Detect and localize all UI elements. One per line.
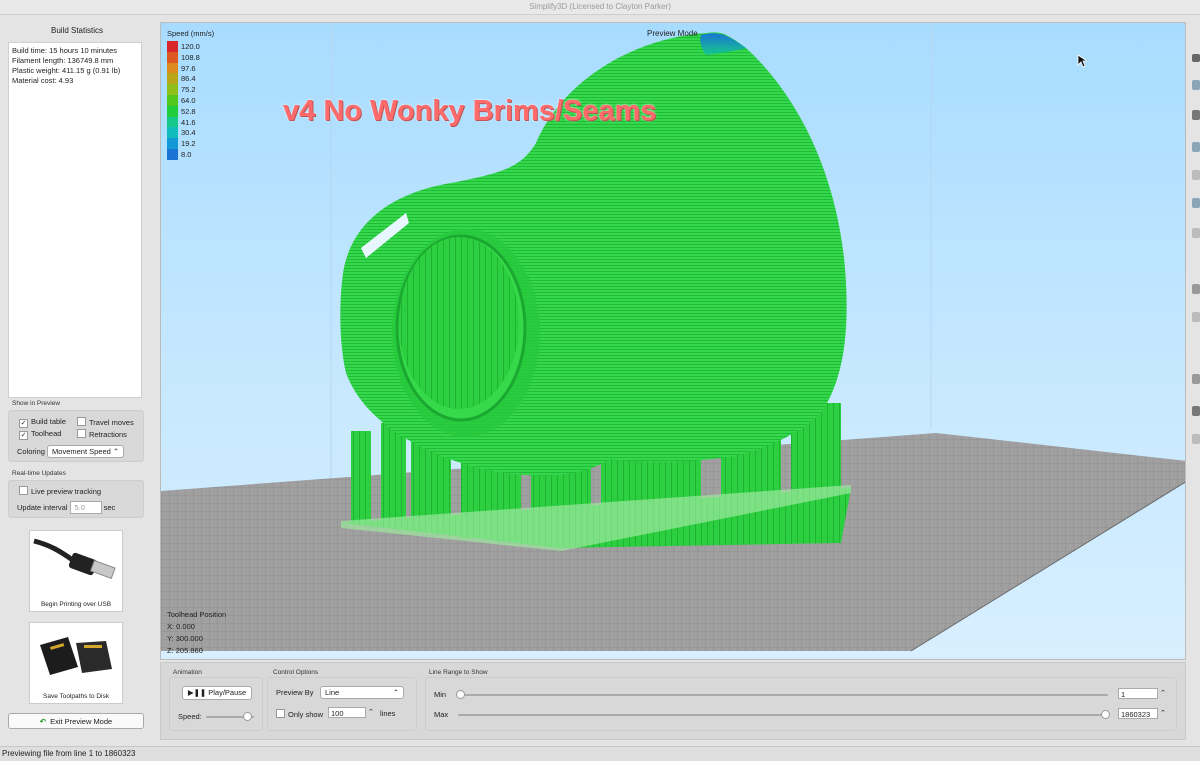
build-time: Build time: 15 hours 10 minutes [12,46,118,55]
max-input[interactable]: 1860323 [1118,708,1158,719]
min-input[interactable]: 1 [1118,688,1158,699]
coloring-row: Coloring Movement Speed ⌃ [17,445,125,458]
toolbar-icon[interactable] [1192,142,1200,152]
only-show-checkbox[interactable]: Only show [276,709,323,719]
legend-swatch [167,51,178,63]
animation-group: ▶❚❚ Play/Pause Speed: [169,677,263,731]
build-stats-box: Build time: 15 hours 10 minutes Filament… [8,42,142,398]
save-to-disk-label: Save Toolpaths to Disk [43,693,109,700]
legend-swatch [167,138,178,149]
legend-swatch [167,116,178,128]
update-interval-row: Update interval 5.0 sec [17,501,115,514]
bottom-panel: Animation ▶❚❚ Play/Pause Speed: Control … [160,662,1186,740]
update-interval-input[interactable]: 5.0 [69,501,102,514]
play-pause-button[interactable]: ▶❚❚ Play/Pause [182,686,252,700]
usb-cable-icon [33,538,116,580]
build-table-checkbox[interactable]: ✓ Build table [19,417,66,428]
control-options-title: Control Options [273,669,319,676]
material-cost: Material cost: 4.93 [12,76,74,85]
toolbar-icon[interactable] [1192,228,1200,238]
max-slider-track[interactable] [458,714,1108,716]
max-stepper[interactable]: ⌃ [1160,709,1166,717]
plastic-weight: Plastic weight: 411.15 g (0.91 lb) [12,66,121,75]
toolbar-icon[interactable] [1192,198,1200,208]
toolbar-icon[interactable] [1192,434,1200,444]
speed-slider-handle[interactable] [242,712,252,721]
show-in-preview-title: Show in Preview [12,400,61,407]
preview-mode-label: Preview Mode [647,29,698,38]
back-arrow-icon: ↶ [39,717,47,726]
sd-card-icon [40,637,112,675]
right-toolbar [1192,40,1200,460]
legend-swatch [167,148,178,160]
toolbar-icon[interactable] [1192,374,1200,384]
only-show-input[interactable]: 100 [328,707,366,718]
toolbar-icon[interactable] [1192,406,1200,416]
preview-by-select[interactable]: Line ⌃ [320,686,404,699]
filament-length: Filament length: 136749.8 mm [12,56,114,65]
live-tracking-checkbox[interactable]: Live preview tracking [19,486,101,496]
preview-by-label: Preview By [276,688,314,697]
speed-label: Speed: [178,712,202,721]
min-label: Min [434,690,447,699]
max-slider-handle[interactable] [1101,710,1110,719]
toolbar-icon[interactable] [1192,284,1200,294]
legend-swatch [167,73,178,85]
only-show-stepper[interactable]: ⌃ [368,708,374,716]
toolbar-icon[interactable] [1192,110,1200,120]
play-pause-icon: ▶❚❚ [187,688,209,697]
toolhead-x: X: 0.000 [167,622,195,631]
usb-print-button[interactable]: Begin Printing over USB [29,530,123,612]
min-stepper[interactable]: ⌃ [1160,689,1166,697]
build-stats-header: Build Statistics [50,26,104,35]
toolhead-y: Y: 300.000 [167,634,203,643]
left-panel: Build Statistics Build time: 15 hours 10… [4,20,150,740]
coloring-select[interactable]: Movement Speed ⌃ [47,445,125,458]
travel-moves-checkbox[interactable]: Travel moves [77,417,134,427]
legend-swatch [167,41,178,52]
retractions-checkbox[interactable]: Retractions [77,429,127,439]
status-bar: Previewing file from line 1 to 1860323 [0,746,1200,761]
legend-swatch [167,127,178,139]
legend-swatch [167,62,178,74]
legend-title: Speed (mm/s) [167,29,215,38]
toolbar-icon[interactable] [1192,312,1200,322]
update-interval-unit: sec [103,503,116,512]
legend-swatch [167,105,178,117]
toolhead-position: Toolhead Position X: 0.000 Y: 300.000 Z:… [167,609,226,657]
legend-swatch [167,84,178,95]
legend-swatch [167,94,178,106]
toolbar-icon[interactable] [1192,54,1200,62]
show-in-preview-group: ✓ Build table Travel moves ✓ Toolhead Retr… [8,410,144,462]
usb-print-label: Begin Printing over USB [40,601,112,608]
only-show-unit: lines [380,709,396,718]
toolhead-title: Toolhead Position [167,610,227,619]
realtime-title: Real-time Updates [12,470,66,477]
exit-preview-button[interactable]: ↶ Exit Preview Mode [8,713,144,729]
coloring-label: Coloring [17,447,45,456]
realtime-group: Live preview tracking Update interval 5.… [8,480,144,518]
window-title: Simplify3D (Licensed to Clayton Parker) [0,0,1200,15]
save-to-disk-button[interactable]: Save Toolpaths to Disk [29,622,123,704]
line-range-group: Min 1 ⌃ Max 1860323 ⌃ [425,677,1177,731]
min-slider-track[interactable] [458,694,1108,696]
overlay-title: v4 No Wonky Brims/Seams [283,95,657,127]
animation-title: Animation [173,669,202,676]
control-options-group: Preview By Line ⌃ Only show 100 ⌃ lines [267,677,417,731]
min-slider-handle[interactable] [456,690,465,699]
update-interval-label: Update interval [17,503,68,512]
line-range-title: Line Range to Show [429,669,488,676]
max-label: Max [434,710,449,719]
toolbar-icon[interactable] [1192,170,1200,180]
toolhead-z: Z: 205.860 [167,646,203,655]
toolhead-checkbox[interactable]: ✓ Toolhead [19,429,61,440]
mouse-cursor-icon [1077,54,1087,68]
preview-viewport[interactable]: Speed (mm/s) 120.0 108.8 97.6 86.4 75.2 … [160,22,1186,660]
toolbar-icon[interactable] [1192,80,1200,90]
